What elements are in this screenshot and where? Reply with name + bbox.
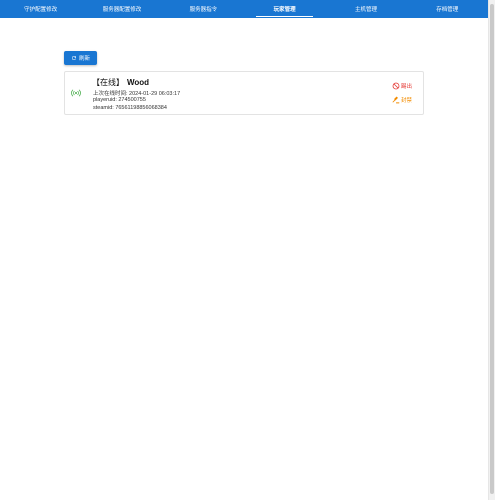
ban-button[interactable]: 封禁 bbox=[392, 96, 412, 104]
vertical-scrollbar[interactable] bbox=[488, 0, 495, 500]
scrollbar-thumb[interactable] bbox=[490, 4, 494, 494]
tab-server-config[interactable]: 服务器配置修改 bbox=[81, 0, 162, 18]
player-status: 【在线】 bbox=[92, 78, 124, 87]
gavel-icon bbox=[392, 96, 400, 104]
player-title: 【在线】 Wood bbox=[92, 77, 149, 88]
player-card: 【在线】 Wood 上次在线时间: 2024-01-29 06:03:17 pla… bbox=[64, 71, 424, 115]
player-name: Wood bbox=[127, 78, 150, 87]
block-icon bbox=[392, 82, 400, 90]
tab-server-commands[interactable]: 服务器指令 bbox=[163, 0, 244, 18]
tab-player-management[interactable]: 玩家管理 bbox=[244, 0, 325, 18]
tab-save-management[interactable]: 存档管理 bbox=[407, 0, 488, 18]
refresh-icon bbox=[71, 55, 76, 60]
refresh-button[interactable]: 刷新 bbox=[64, 51, 97, 65]
kick-label: 踢出 bbox=[401, 84, 413, 90]
refresh-button-label: 刷新 bbox=[78, 56, 90, 62]
kick-button[interactable]: 踢出 bbox=[392, 82, 412, 90]
player-steamid: steamid: 76561198856068384 bbox=[93, 105, 167, 111]
top-nav-bar: 守护配置修改 服务器配置修改 服务器指令 玩家管理 主机管理 存档管理 bbox=[0, 0, 488, 18]
tab-daemon-config[interactable]: 守护配置修改 bbox=[0, 0, 81, 18]
ban-label: 封禁 bbox=[401, 98, 413, 104]
player-uid: playeruid: 274500755 bbox=[93, 97, 146, 103]
player-last-online: 上次在线时间: 2024-01-29 06:03:17 bbox=[93, 91, 181, 97]
online-signal-icon bbox=[71, 89, 81, 97]
tab-host-management[interactable]: 主机管理 bbox=[325, 0, 406, 18]
